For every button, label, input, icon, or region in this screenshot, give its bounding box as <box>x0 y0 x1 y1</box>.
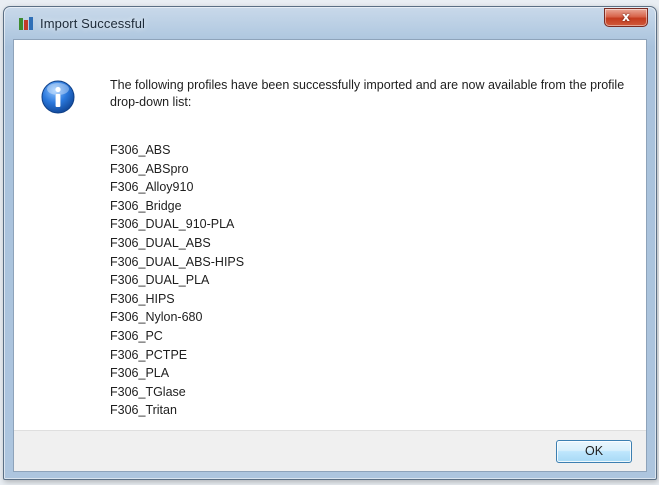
list-item: F306_Bridge <box>110 198 182 213</box>
dialog-body: The following profiles have been success… <box>13 39 647 472</box>
list-item: F306_ABSpro <box>110 161 189 176</box>
list-item: F306_DUAL_ABS-HIPS <box>110 254 245 269</box>
list-item: F306_HIPS <box>110 291 175 306</box>
close-button[interactable]: x <box>604 8 648 27</box>
list-item: F306_DUAL_ABS <box>110 235 211 250</box>
button-bar: OK <box>14 430 646 471</box>
message-text: The following profiles have been success… <box>110 78 625 109</box>
list-item: F306_PC <box>110 328 163 343</box>
list-item: F306_PLA <box>110 366 170 381</box>
list-item: F306_PCTPE <box>110 347 188 362</box>
list-item: F306_TGlase <box>110 384 186 399</box>
list-item: F306_DUAL_910-PLA <box>110 217 235 232</box>
close-icon: x <box>622 10 630 24</box>
ok-button[interactable]: OK <box>556 440 632 463</box>
profile-list: F306_ABS F306_ABSpro F306_Alloy910 F306_… <box>110 141 244 420</box>
app-icon <box>19 17 33 30</box>
window-title: Import Successful <box>40 16 146 31</box>
title-bar[interactable]: Import Successful x <box>4 7 656 41</box>
dialog-window: Import Successful x The following profil… <box>3 6 657 480</box>
list-item: F306_DUAL_PLA <box>110 273 210 288</box>
list-item: F306_ABS <box>110 143 171 157</box>
list-item: F306_Tritan <box>110 403 177 418</box>
list-item: F306_Nylon-680 <box>110 310 203 325</box>
list-item: F306_Alloy910 <box>110 180 194 195</box>
info-icon <box>41 80 75 114</box>
